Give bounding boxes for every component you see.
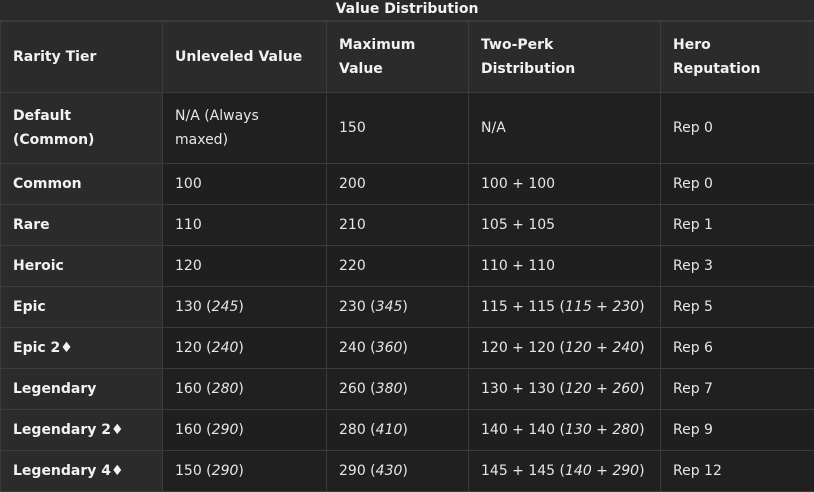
- cell-hero-reputation: Rep 0: [661, 164, 814, 205]
- table-row: Common100200100 + 100Rep 0: [1, 164, 814, 205]
- cell-unleveled-value-alt: 280: [212, 381, 239, 397]
- cell-hero-reputation: Rep 1: [661, 205, 814, 246]
- cell-unleveled-value: 150 (290): [163, 451, 327, 492]
- cell-rarity-tier: Heroic: [1, 246, 163, 287]
- cell-two-perk-distribution-alt: 140 + 290: [565, 463, 639, 479]
- header-row: Rarity Tier Unleveled Value Maximum Valu…: [1, 22, 814, 93]
- cell-unleveled-value: 100: [163, 164, 327, 205]
- cell-unleveled-value-alt: 290: [212, 463, 239, 479]
- cell-unleveled-value: 160 (290): [163, 410, 327, 451]
- header-unleveled-value: Unleveled Value: [163, 22, 327, 93]
- cell-hero-reputation: Rep 9: [661, 410, 814, 451]
- cell-maximum-value: 200: [327, 164, 469, 205]
- cell-hero-reputation: Rep 12: [661, 451, 814, 492]
- cell-hero-reputation: Rep 3: [661, 246, 814, 287]
- cell-maximum-value-alt: 410: [376, 422, 403, 438]
- table-row: Epic 2♦120 (240)240 (360)120 + 120 (120 …: [1, 328, 814, 369]
- cell-two-perk-distribution: 105 + 105: [469, 205, 661, 246]
- cell-maximum-value: 290 (430): [327, 451, 469, 492]
- header-maximum-value: Maximum Value: [327, 22, 469, 93]
- cell-rarity-tier: Default (Common): [1, 93, 163, 164]
- cell-maximum-value: 280 (410): [327, 410, 469, 451]
- cell-maximum-value-alt: 360: [376, 340, 403, 356]
- header-two-perk-distribution: Two-Perk Distribution: [469, 22, 661, 93]
- cell-unleveled-value-alt: 290: [212, 422, 239, 438]
- cell-maximum-value-alt: 345: [376, 299, 403, 315]
- table-row: Legendary 2♦160 (290)280 (410)140 + 140 …: [1, 410, 814, 451]
- cell-hero-reputation: Rep 0: [661, 93, 814, 164]
- cell-hero-reputation: Rep 6: [661, 328, 814, 369]
- cell-unleveled-value-alt: 240: [212, 340, 239, 356]
- cell-hero-reputation: Rep 7: [661, 369, 814, 410]
- cell-rarity-tier: Legendary 4♦: [1, 451, 163, 492]
- cell-unleveled-value-alt: 245: [212, 299, 239, 315]
- cell-unleveled-value: 130 (245): [163, 287, 327, 328]
- cell-maximum-value-alt: 430: [376, 463, 403, 479]
- cell-two-perk-distribution-alt: 120 + 260: [565, 381, 639, 397]
- cell-unleveled-value: 110: [163, 205, 327, 246]
- cell-maximum-value: 260 (380): [327, 369, 469, 410]
- header-rarity-tier: Rarity Tier: [1, 22, 163, 93]
- header-hero-reputation: Hero Reputation: [661, 22, 814, 93]
- cell-two-perk-distribution-alt: 130 + 280: [565, 422, 639, 438]
- cell-two-perk-distribution: 130 + 130 (120 + 260): [469, 369, 661, 410]
- table-row: Default (Common)N/A (Always maxed)150N/A…: [1, 93, 814, 164]
- cell-unleveled-value: 160 (280): [163, 369, 327, 410]
- table-row: Legendary 4♦150 (290)290 (430)145 + 145 …: [1, 451, 814, 492]
- cell-two-perk-distribution: 115 + 115 (115 + 230): [469, 287, 661, 328]
- cell-maximum-value: 230 (345): [327, 287, 469, 328]
- cell-two-perk-distribution: 140 + 140 (130 + 280): [469, 410, 661, 451]
- cell-rarity-tier: Epic 2♦: [1, 328, 163, 369]
- cell-rarity-tier: Epic: [1, 287, 163, 328]
- cell-maximum-value: 220: [327, 246, 469, 287]
- cell-maximum-value-alt: 380: [376, 381, 403, 397]
- cell-rarity-tier: Common: [1, 164, 163, 205]
- cell-hero-reputation: Rep 5: [661, 287, 814, 328]
- cell-rarity-tier: Legendary: [1, 369, 163, 410]
- cell-unleveled-value: 120: [163, 246, 327, 287]
- cell-two-perk-distribution: 120 + 120 (120 + 240): [469, 328, 661, 369]
- cell-two-perk-distribution: 100 + 100: [469, 164, 661, 205]
- cell-two-perk-distribution-alt: 115 + 230: [565, 299, 639, 315]
- cell-rarity-tier: Legendary 2♦: [1, 410, 163, 451]
- table-row: Rare110210105 + 105Rep 1: [1, 205, 814, 246]
- table-row: Epic130 (245)230 (345)115 + 115 (115 + 2…: [1, 287, 814, 328]
- cell-maximum-value: 210: [327, 205, 469, 246]
- cell-unleveled-value: 120 (240): [163, 328, 327, 369]
- table-row: Heroic120220110 + 110Rep 3: [1, 246, 814, 287]
- cell-two-perk-distribution-alt: 120 + 240: [565, 340, 639, 356]
- value-distribution-table: Rarity Tier Unleveled Value Maximum Valu…: [0, 21, 814, 492]
- table-row: Legendary160 (280)260 (380)130 + 130 (12…: [1, 369, 814, 410]
- cell-unleveled-value: N/A (Always maxed): [163, 93, 327, 164]
- cell-rarity-tier: Rare: [1, 205, 163, 246]
- cell-two-perk-distribution: N/A: [469, 93, 661, 164]
- cell-two-perk-distribution: 145 + 145 (140 + 290): [469, 451, 661, 492]
- table-caption: Value Distribution: [0, 0, 814, 21]
- cell-maximum-value: 150: [327, 93, 469, 164]
- cell-maximum-value: 240 (360): [327, 328, 469, 369]
- cell-two-perk-distribution: 110 + 110: [469, 246, 661, 287]
